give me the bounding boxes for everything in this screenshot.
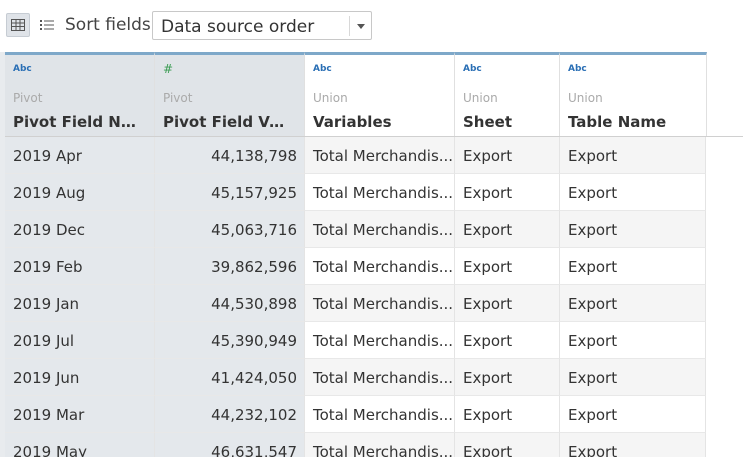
pivot-field-name-cell[interactable]: 2019 Jul (5, 322, 155, 359)
pivot-field-value-cell[interactable]: 45,157,925 (155, 174, 305, 211)
column-name: Table Name (568, 113, 667, 131)
string-type-icon[interactable]: Abc (13, 64, 32, 74)
number-type-icon[interactable]: # (163, 62, 173, 76)
table-name-cell[interactable]: Export (560, 322, 706, 359)
sheet-cell[interactable]: Export (455, 433, 560, 457)
pivot-field-value-cell[interactable]: 46,631,547 (155, 433, 305, 457)
sheet-cell[interactable]: Export (455, 285, 560, 322)
table-row[interactable]: 2019 Aug 45,157,925 Total Merchandis... … (5, 174, 706, 211)
table-row[interactable]: 2019 Feb 39,862,596 Total Merchandis... … (5, 248, 706, 285)
variables-cell[interactable]: Total Merchandis... (305, 174, 455, 211)
variables-cell[interactable]: Total Merchandis... (305, 211, 455, 248)
variables-cell[interactable]: Total Merchandis... (305, 396, 455, 433)
pivot-field-value-cell[interactable]: 45,390,949 (155, 322, 305, 359)
column-header-sheet[interactable]: Abc Union Sheet (455, 52, 560, 136)
table-name-cell[interactable]: Export (560, 396, 706, 433)
pivot-field-value-cell[interactable]: 44,232,102 (155, 396, 305, 433)
pivot-field-value-cell[interactable]: 41,424,050 (155, 359, 305, 396)
sheet-cell[interactable]: Export (455, 174, 560, 211)
table-name-cell[interactable]: Export (560, 248, 706, 285)
pivot-field-value-cell[interactable]: 44,530,898 (155, 285, 305, 322)
column-source: Pivot (163, 91, 193, 105)
table-row[interactable]: 2019 Mar 44,232,102 Total Merchandis... … (5, 396, 706, 433)
column-name: Pivot Field Na... (13, 113, 143, 131)
variables-cell[interactable]: Total Merchandis... (305, 433, 455, 457)
chevron-down-icon[interactable] (355, 20, 367, 32)
pivot-field-name-cell[interactable]: 2019 May (5, 433, 155, 457)
table-name-cell[interactable]: Export (560, 174, 706, 211)
pivot-field-value-cell[interactable]: 39,862,596 (155, 248, 305, 285)
column-header-table-name[interactable]: Abc Union Table Name (560, 52, 707, 136)
list-view-icon[interactable] (35, 13, 59, 37)
column-name: Sheet (463, 113, 512, 131)
pivot-field-name-cell[interactable]: 2019 Dec (5, 211, 155, 248)
table-row[interactable]: 2019 Jan 44,530,898 Total Merchandis... … (5, 285, 706, 322)
column-source: Union (463, 91, 498, 105)
column-source: Pivot (13, 91, 43, 105)
table-row[interactable]: 2019 May 46,631,547 Total Merchandis... … (5, 433, 706, 457)
column-header-pivot-field-names[interactable]: Abc Pivot Pivot Field Na... (5, 52, 155, 136)
variables-cell[interactable]: Total Merchandis... (305, 137, 455, 174)
sort-fields-label: Sort fields (65, 15, 151, 35)
pivot-field-value-cell[interactable]: 45,063,716 (155, 211, 305, 248)
sheet-cell[interactable]: Export (455, 211, 560, 248)
table-name-cell[interactable]: Export (560, 137, 706, 174)
string-type-icon[interactable]: Abc (463, 64, 482, 74)
column-header-pivot-field-values[interactable]: # Pivot Pivot Field Val... (155, 52, 305, 136)
table-row[interactable]: 2019 Apr 44,138,798 Total Merchandis... … (5, 137, 706, 174)
pivot-field-name-cell[interactable]: 2019 Aug (5, 174, 155, 211)
sheet-cell[interactable]: Export (455, 396, 560, 433)
variables-cell[interactable]: Total Merchandis... (305, 322, 455, 359)
table-name-cell[interactable]: Export (560, 359, 706, 396)
sheet-cell[interactable]: Export (455, 322, 560, 359)
table-name-cell[interactable]: Export (560, 211, 706, 248)
grid-view-icon[interactable] (6, 13, 30, 37)
column-name: Variables (313, 113, 392, 131)
variables-cell[interactable]: Total Merchandis... (305, 248, 455, 285)
column-source: Union (313, 91, 348, 105)
table-row[interactable]: 2019 Jul 45,390,949 Total Merchandis... … (5, 322, 706, 359)
dropdown-divider (349, 16, 350, 36)
sheet-cell[interactable]: Export (455, 359, 560, 396)
sheet-cell[interactable]: Export (455, 137, 560, 174)
table-name-cell[interactable]: Export (560, 433, 706, 457)
toolbar: Sort fields Data source order (0, 0, 743, 52)
table-row[interactable]: 2019 Jun 41,424,050 Total Merchandis... … (5, 359, 706, 396)
string-type-icon[interactable]: Abc (313, 64, 332, 74)
data-grid: Abc Pivot Pivot Field Na... # Pivot Pivo… (0, 52, 743, 457)
column-name: Pivot Field Val... (163, 113, 293, 131)
pivot-field-name-cell[interactable]: 2019 Feb (5, 248, 155, 285)
sheet-cell[interactable]: Export (455, 248, 560, 285)
pivot-field-name-cell[interactable]: 2019 Jun (5, 359, 155, 396)
variables-cell[interactable]: Total Merchandis... (305, 359, 455, 396)
column-source: Union (568, 91, 603, 105)
table-name-cell[interactable]: Export (560, 285, 706, 322)
pivot-field-name-cell[interactable]: 2019 Mar (5, 396, 155, 433)
string-type-icon[interactable]: Abc (568, 64, 587, 74)
pivot-field-value-cell[interactable]: 44,138,798 (155, 137, 305, 174)
pivot-field-name-cell[interactable]: 2019 Jan (5, 285, 155, 322)
column-header-variables[interactable]: Abc Union Variables (305, 52, 455, 136)
sort-fields-value: Data source order (161, 17, 315, 37)
sort-fields-dropdown[interactable]: Data source order (152, 11, 372, 40)
variables-cell[interactable]: Total Merchandis... (305, 285, 455, 322)
pivot-field-name-cell[interactable]: 2019 Apr (5, 137, 155, 174)
table-row[interactable]: 2019 Dec 45,063,716 Total Merchandis... … (5, 211, 706, 248)
